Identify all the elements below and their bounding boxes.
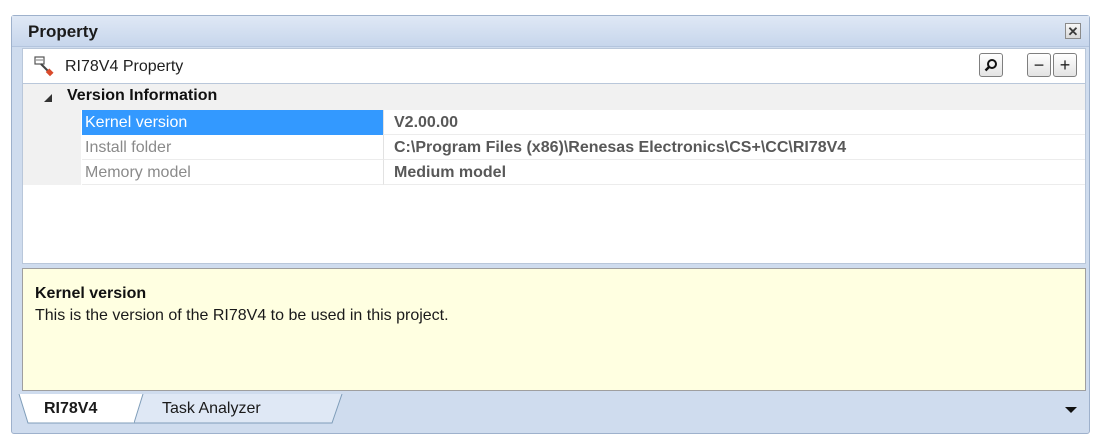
row-gutter	[23, 135, 81, 160]
property-name[interactable]: Kernel version	[82, 110, 383, 135]
property-panel: Property ✕ RI78V4 Property − + Version I…	[11, 15, 1090, 434]
tab-label: Task Analyzer	[162, 400, 261, 417]
property-value[interactable]: C:\Program Files (x86)\Renesas Electroni…	[383, 135, 1085, 160]
tab-label: RI78V4	[44, 400, 98, 417]
collapse-triangle-icon[interactable]	[43, 93, 53, 103]
tab-bar: RI78V4 Task Analyzer	[12, 394, 1089, 434]
property-value[interactable]: Medium model	[383, 160, 1085, 185]
expand-all-button[interactable]: +	[1053, 53, 1077, 77]
panel-title: Property	[28, 22, 98, 41]
description-panel: Kernel version This is the version of th…	[22, 268, 1086, 391]
description-text: This is the version of the RI78V4 to be …	[35, 307, 449, 324]
panel-titlebar: Property ✕	[12, 16, 1089, 47]
row-gutter	[23, 110, 81, 135]
property-toolbar: RI78V4 Property − +	[22, 48, 1086, 84]
tab-task-analyzer[interactable]: Task Analyzer	[134, 394, 344, 424]
property-row-install-folder[interactable]: Install folder C:\Program Files (x86)\Re…	[23, 135, 1085, 160]
tab-list-dropdown-icon[interactable]	[1065, 407, 1077, 413]
property-row-memory-model[interactable]: Memory model Medium model	[23, 160, 1085, 185]
category-row-version-information[interactable]: Version Information	[23, 84, 1085, 110]
property-row-kernel-version[interactable]: Kernel version V2.00.00	[23, 110, 1085, 135]
property-value[interactable]: V2.00.00	[383, 110, 1085, 135]
property-target-title: RI78V4 Property	[65, 58, 184, 75]
property-icon	[34, 56, 54, 77]
property-name[interactable]: Memory model	[82, 160, 383, 185]
property-name[interactable]: Install folder	[82, 135, 383, 160]
collapse-all-button[interactable]: −	[1027, 53, 1051, 77]
category-label: Version Information	[67, 87, 218, 104]
close-icon[interactable]: ✕	[1065, 23, 1081, 39]
property-grid: Version Information Kernel version V2.00…	[22, 84, 1086, 264]
description-title: Kernel version	[35, 285, 147, 302]
tab-ri78v4[interactable]: RI78V4	[18, 394, 148, 424]
search-icon	[984, 59, 997, 72]
row-gutter	[23, 160, 81, 185]
search-button[interactable]	[979, 53, 1003, 77]
